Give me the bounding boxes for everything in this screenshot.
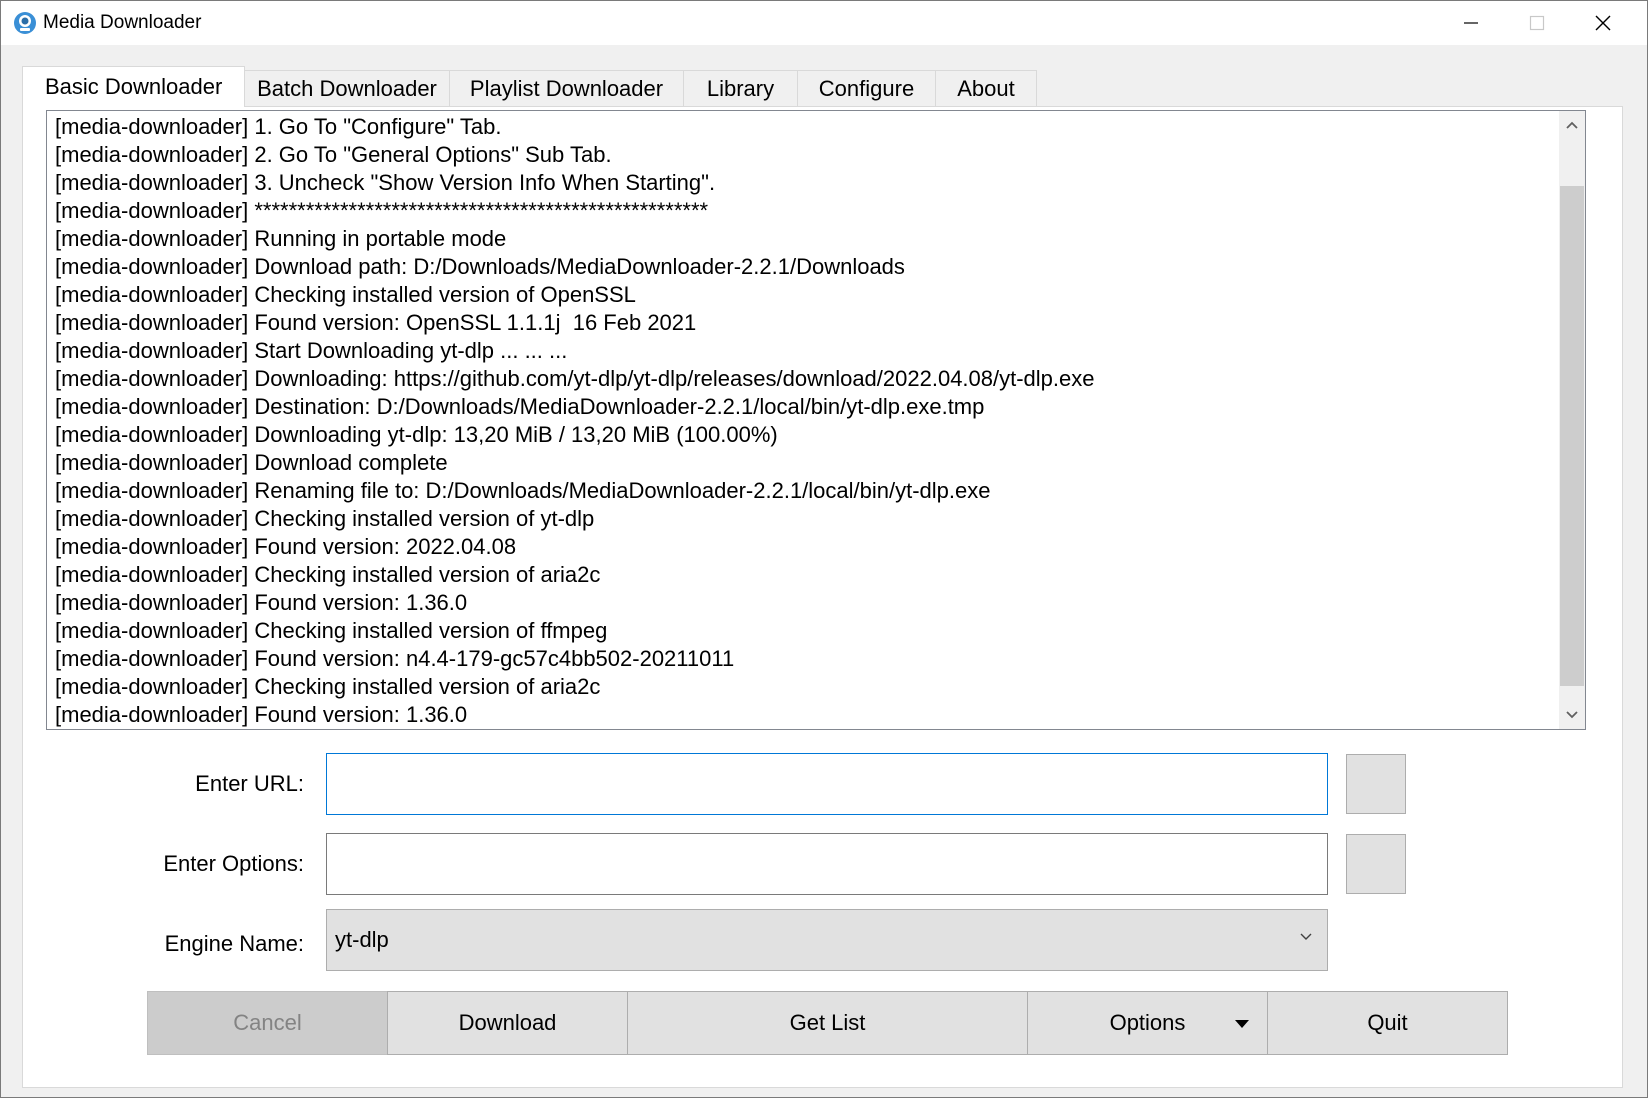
log-line: [media-downloader] Found version: n4.4-1… <box>55 646 735 671</box>
minimize-icon <box>1464 22 1478 24</box>
maximize-button[interactable] <box>1502 1 1572 45</box>
quit-button-label: Quit <box>1367 1010 1408 1035</box>
tab-label: Configure <box>818 75 915 101</box>
tab-playlist-downloader[interactable]: Playlist Downloader <box>449 70 684 106</box>
scroll-up-button[interactable] <box>1559 111 1585 139</box>
log-line: [media-downloader] Found version: 2022.0… <box>55 534 517 559</box>
scrollbar-thumb[interactable] <box>1560 186 1584 686</box>
app-window: Media Downloader Basic Downloader Batch … <box>0 0 1648 1098</box>
log-line: [media-downloader] Renaming file to: D:/… <box>55 478 991 503</box>
get-list-button[interactable]: Get List <box>627 991 1028 1055</box>
log-line: [media-downloader] Found version: 1.36.0 <box>55 702 468 727</box>
log-line: [media-downloader] Destination: D:/Downl… <box>55 394 985 419</box>
log-line: [media-downloader] 3. Uncheck "Show Vers… <box>55 170 716 195</box>
options-button-label: Options <box>1109 1010 1186 1035</box>
tab-label: Library <box>706 75 775 101</box>
log-line: [media-downloader] Found version: 1.36.0 <box>55 590 468 615</box>
maximize-icon <box>1529 15 1545 31</box>
log-line: [media-downloader] Checking installed ve… <box>55 562 601 587</box>
tab-basic-downloader[interactable]: Basic Downloader <box>22 66 245 107</box>
log-line: [media-downloader] Start Downloading yt-… <box>55 338 568 363</box>
tab-label: About <box>957 75 1015 101</box>
log-line: [media-downloader] Checking installed ve… <box>55 618 608 643</box>
url-label: Enter URL: <box>195 771 304 796</box>
download-button-label: Download <box>458 1010 557 1035</box>
log-lines: [media-downloader] 1. Go To "Configure" … <box>55 113 1555 729</box>
chevron-down-icon <box>1300 933 1312 940</box>
cancel-button-label: Cancel <box>233 1010 302 1035</box>
log-scrollbar[interactable] <box>1559 111 1585 729</box>
log-line: [media-downloader] Downloading: https://… <box>55 366 1095 391</box>
tab-label: Basic Downloader <box>45 74 223 99</box>
get-list-button-label: Get List <box>789 1010 866 1035</box>
cancel-button[interactable]: Cancel <box>147 991 388 1055</box>
options-input[interactable] <box>326 833 1328 895</box>
app-logo-icon <box>14 12 36 34</box>
options-extra-button[interactable] <box>1346 834 1406 894</box>
options-label: Enter Options: <box>163 851 304 876</box>
tab-about[interactable]: About <box>935 70 1037 106</box>
engine-select[interactable]: yt-dlp <box>326 909 1328 971</box>
log-line: [media-downloader] Found version: OpenSS… <box>55 310 697 335</box>
close-button[interactable] <box>1568 1 1638 45</box>
log-line: [media-downloader] Running in portable m… <box>55 226 507 251</box>
url-extra-button[interactable] <box>1346 754 1406 814</box>
close-icon <box>1595 15 1611 31</box>
log-output[interactable]: [media-downloader] 1. Go To "Configure" … <box>46 110 1586 730</box>
log-line: [media-downloader] Checking installed ve… <box>55 282 636 307</box>
quit-button[interactable]: Quit <box>1267 991 1508 1055</box>
dropdown-arrow-icon <box>1235 1020 1249 1028</box>
log-line: [media-downloader] 1. Go To "Configure" … <box>55 114 502 139</box>
tab-library[interactable]: Library <box>683 70 798 106</box>
log-line: [media-downloader] Checking installed ve… <box>55 674 601 699</box>
scroll-down-button[interactable] <box>1559 701 1585 729</box>
tab-label: Playlist Downloader <box>469 75 664 101</box>
log-line: [media-downloader] Downloading yt-dlp: 1… <box>55 422 778 447</box>
log-line: [media-downloader] 2. Go To "General Opt… <box>55 142 612 167</box>
minimize-button[interactable] <box>1436 1 1506 45</box>
log-line: [media-downloader] *********************… <box>55 198 709 223</box>
log-line: [media-downloader] Download complete <box>55 450 448 475</box>
options-button[interactable]: Options <box>1027 991 1268 1055</box>
download-button[interactable]: Download <box>387 991 628 1055</box>
url-input[interactable] <box>326 753 1328 815</box>
engine-label: Engine Name: <box>164 931 304 956</box>
engine-select-value: yt-dlp <box>335 927 389 952</box>
tab-configure[interactable]: Configure <box>797 70 936 106</box>
log-line: [media-downloader] Download path: D:/Dow… <box>55 254 905 279</box>
log-line: [media-downloader] Checking installed ve… <box>55 506 595 531</box>
title-bar[interactable]: Media Downloader <box>1 1 1647 45</box>
chevron-up-icon <box>1566 121 1578 129</box>
tab-label: Batch Downloader <box>257 75 437 101</box>
window-title: Media Downloader <box>43 12 202 33</box>
tab-batch-downloader[interactable]: Batch Downloader <box>244 70 450 106</box>
chevron-down-icon <box>1566 711 1578 719</box>
